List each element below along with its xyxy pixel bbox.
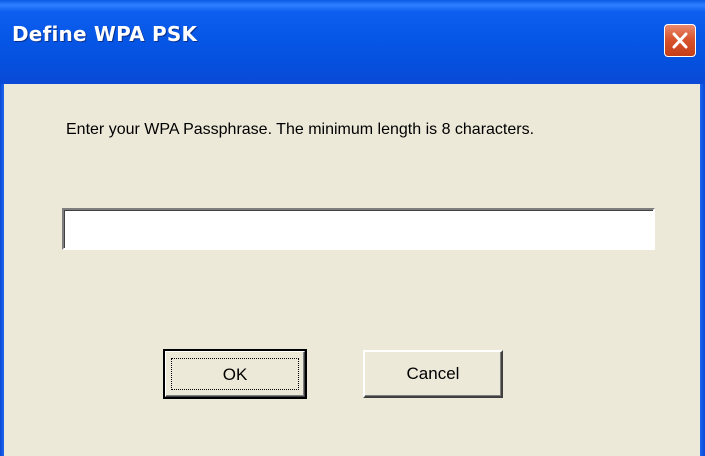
cancel-button[interactable]: Cancel [363, 350, 503, 398]
close-button[interactable] [664, 24, 696, 57]
window-title: Define WPA PSK [12, 22, 198, 46]
window-border-right [700, 84, 705, 456]
passphrase-prompt: Enter your WPA Passphrase. The minimum l… [66, 121, 535, 138]
passphrase-input[interactable] [62, 208, 655, 250]
title-bar[interactable]: Define WPA PSK [0, 0, 705, 84]
cancel-button-label: Cancel [406, 364, 460, 383]
close-icon [672, 32, 688, 49]
ok-button-label: OK [222, 365, 248, 384]
ok-button[interactable]: OK [163, 349, 307, 399]
window-border-left [0, 84, 4, 456]
dialog-window: Define WPA PSK Enter your WPA Passphrase… [0, 0, 705, 456]
